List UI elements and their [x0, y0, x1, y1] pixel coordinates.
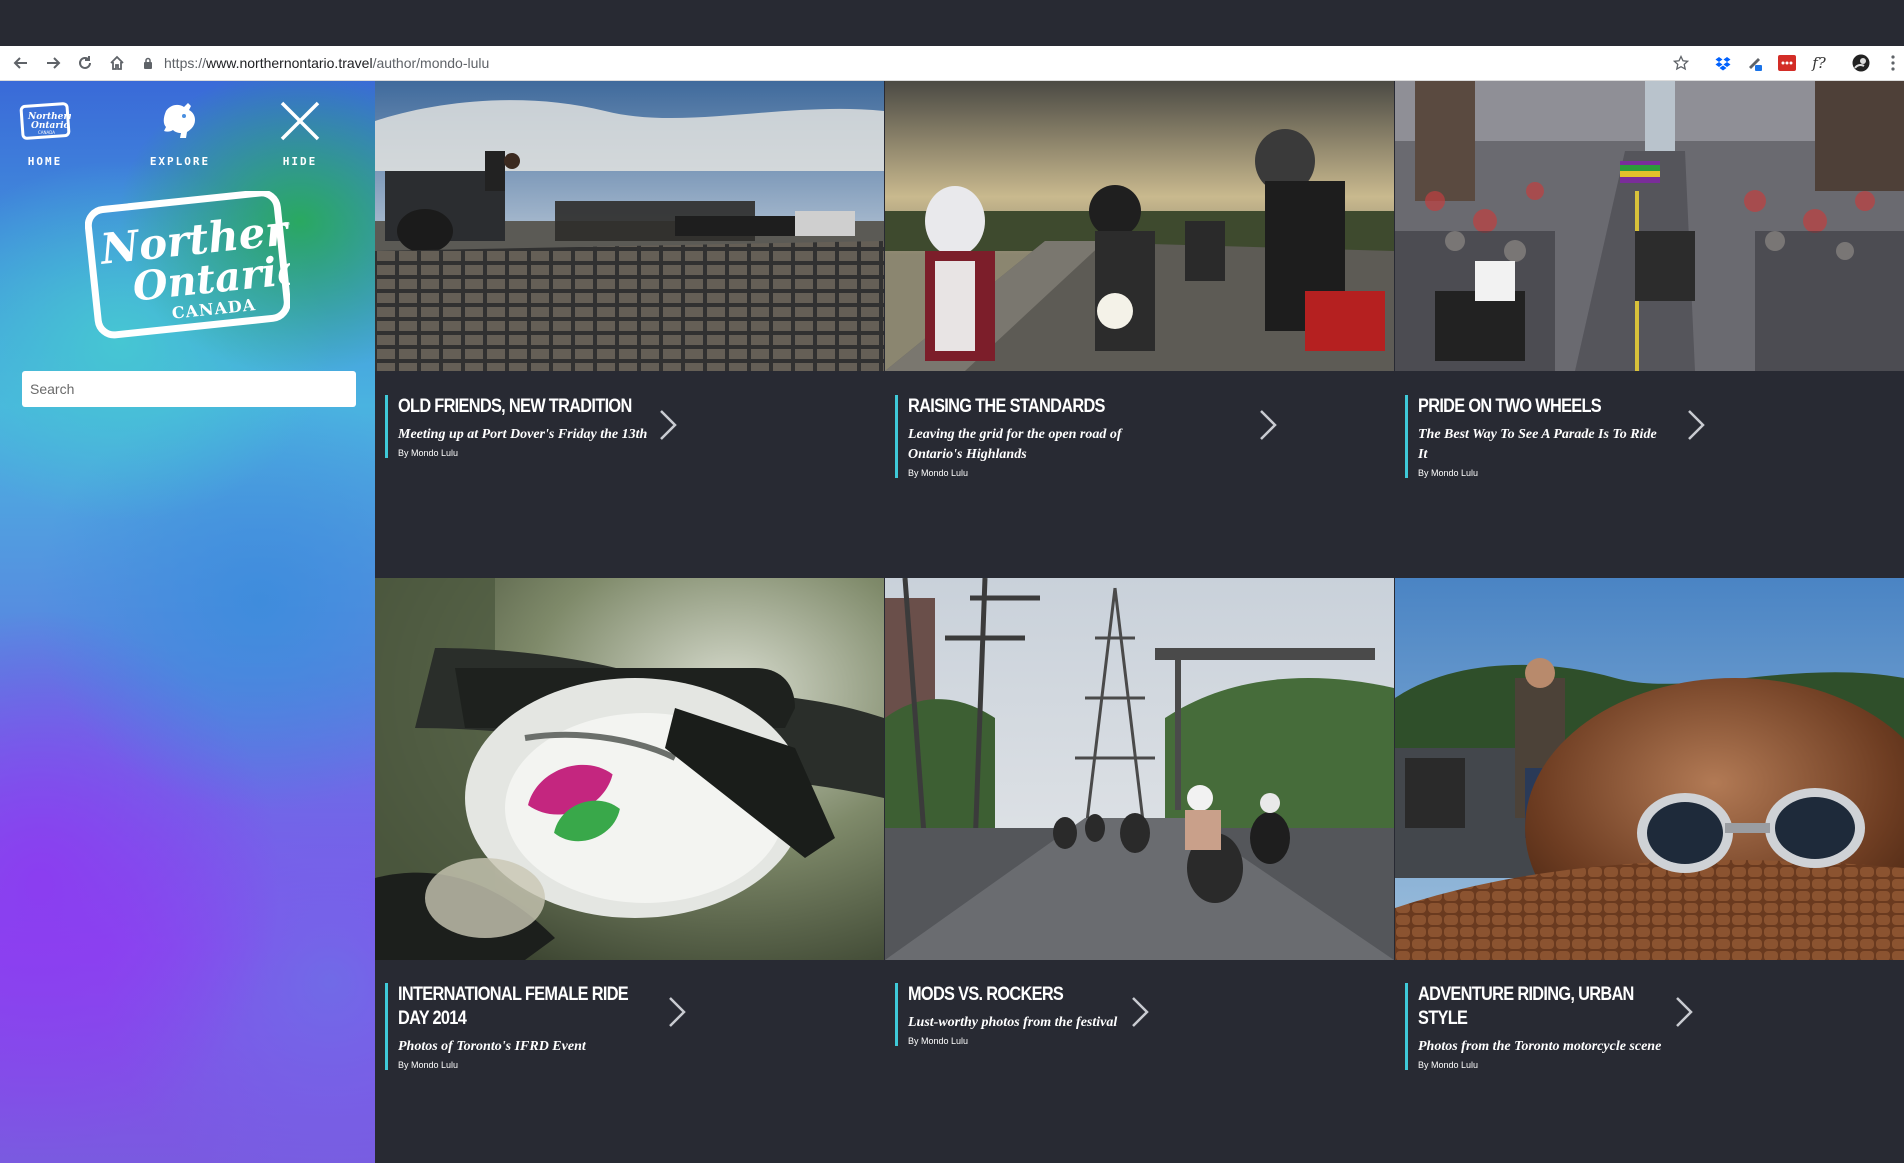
nav-explore[interactable]: EXPLORE	[135, 99, 225, 168]
article-subtitle: Photos of Toronto's IFRD Event	[398, 1039, 586, 1054]
article-byline: By Mondo Lulu	[908, 1036, 969, 1046]
extension-icon[interactable]	[1744, 52, 1766, 74]
article-text: Mods vs. Rockers Lust-worthy photos from…	[895, 983, 1158, 1046]
article-byline: By Mondo Lulu	[908, 468, 969, 478]
article-text: Old Friends, New Tradition Meeting up at…	[385, 395, 648, 458]
article-title[interactable]: Pride on Two Wheels	[1418, 395, 1667, 419]
article-title[interactable]: Mods vs. Rockers	[908, 983, 1157, 1007]
reload-icon[interactable]	[74, 52, 96, 74]
nav-home[interactable]: Northern Ontario CANADA HOME	[0, 99, 90, 168]
article-card[interactable]: Adventure Riding, Urban Style Photos fro…	[1395, 578, 1904, 1163]
article-photo[interactable]	[375, 81, 884, 371]
article-photo[interactable]	[1395, 578, 1904, 960]
nav-home-label: HOME	[27, 155, 63, 168]
article-subtitle: Photos from the Toronto motorcycle scene	[1418, 1039, 1662, 1054]
profile-icon[interactable]	[1850, 52, 1872, 74]
nav-hide[interactable]: HIDE	[255, 99, 345, 168]
address-bar[interactable]: https://www.northernontario.travel/autho…	[140, 51, 1680, 75]
article-photo[interactable]	[375, 578, 884, 960]
article-subtitle: Leaving the grid for the open road of On…	[908, 427, 1122, 462]
close-icon	[255, 99, 345, 143]
article-text: Adventure Riding, Urban Style Photos fro…	[1405, 983, 1668, 1070]
article-subtitle: The Best Way To See A Parade Is To Ride …	[1418, 427, 1657, 462]
article-card[interactable]: Old Friends, New Tradition Meeting up at…	[375, 81, 884, 576]
back-icon[interactable]	[10, 52, 32, 74]
article-photo[interactable]	[1395, 81, 1904, 371]
article-text: International Female Ride Day 2014 Photo…	[385, 983, 648, 1070]
chevron-right-icon[interactable]	[1685, 408, 1709, 442]
article-photo[interactable]	[885, 578, 1394, 960]
font-icon[interactable]: f?	[1808, 52, 1830, 74]
article-card[interactable]: Pride on Two Wheels The Best Way To See …	[1395, 81, 1904, 576]
search-input[interactable]	[22, 371, 356, 407]
url-text: https://www.northernontario.travel/autho…	[164, 55, 490, 71]
menu-icon[interactable]	[1882, 52, 1904, 74]
nav-explore-label: EXPLORE	[149, 155, 211, 168]
article-byline: By Mondo Lulu	[398, 448, 459, 458]
article-title[interactable]: Raising the Standards	[908, 395, 1157, 419]
nav-hide-label: HIDE	[282, 155, 318, 168]
sidebar: Northern Ontario CANADA HOME EXPLORE HID…	[0, 81, 375, 1163]
star-icon[interactable]	[1670, 52, 1692, 74]
article-card[interactable]: Mods vs. Rockers Lust-worthy photos from…	[885, 578, 1394, 1163]
forward-icon[interactable]	[42, 52, 64, 74]
article-card[interactable]: International Female Ride Day 2014 Photo…	[375, 578, 884, 1163]
chevron-right-icon[interactable]	[1129, 995, 1153, 1029]
svg-text:CANADA: CANADA	[38, 130, 55, 135]
moose-icon	[135, 99, 225, 143]
article-photo[interactable]	[885, 81, 1394, 371]
chevron-right-icon[interactable]	[657, 408, 681, 442]
article-text: Raising the Standards Leaving the grid f…	[895, 395, 1158, 478]
article-title[interactable]: International Female Ride Day 2014	[398, 983, 647, 1031]
northern-ontario-mini-logo: Northern Ontario CANADA	[0, 99, 90, 143]
home-icon[interactable]	[106, 52, 128, 74]
browser-toolbar: https://www.northernontario.travel/autho…	[0, 46, 1904, 81]
browser-title-strip	[0, 0, 1904, 46]
chevron-right-icon[interactable]	[666, 995, 690, 1029]
chevron-right-icon[interactable]	[1673, 995, 1697, 1029]
article-card[interactable]: Raising the Standards Leaving the grid f…	[885, 81, 1394, 576]
lock-icon	[140, 55, 156, 71]
article-title[interactable]: Adventure Riding, Urban Style	[1418, 983, 1667, 1031]
article-title[interactable]: Old Friends, New Tradition	[398, 395, 647, 419]
northern-ontario-logo[interactable]: Northern Ontario CANADA	[84, 189, 320, 341]
article-text: Pride on Two Wheels The Best Way To See …	[1405, 395, 1668, 478]
article-subtitle: Meeting up at Port Dover's Friday the 13…	[398, 427, 648, 442]
article-byline: By Mondo Lulu	[398, 1060, 459, 1070]
article-subtitle: Lust-worthy photos from the festival	[908, 1015, 1118, 1030]
dropbox-icon[interactable]	[1712, 52, 1734, 74]
lastpass-icon[interactable]	[1776, 52, 1798, 74]
chevron-right-icon[interactable]	[1257, 408, 1281, 442]
article-byline: By Mondo Lulu	[1418, 468, 1479, 478]
article-byline: By Mondo Lulu	[1418, 1060, 1479, 1070]
